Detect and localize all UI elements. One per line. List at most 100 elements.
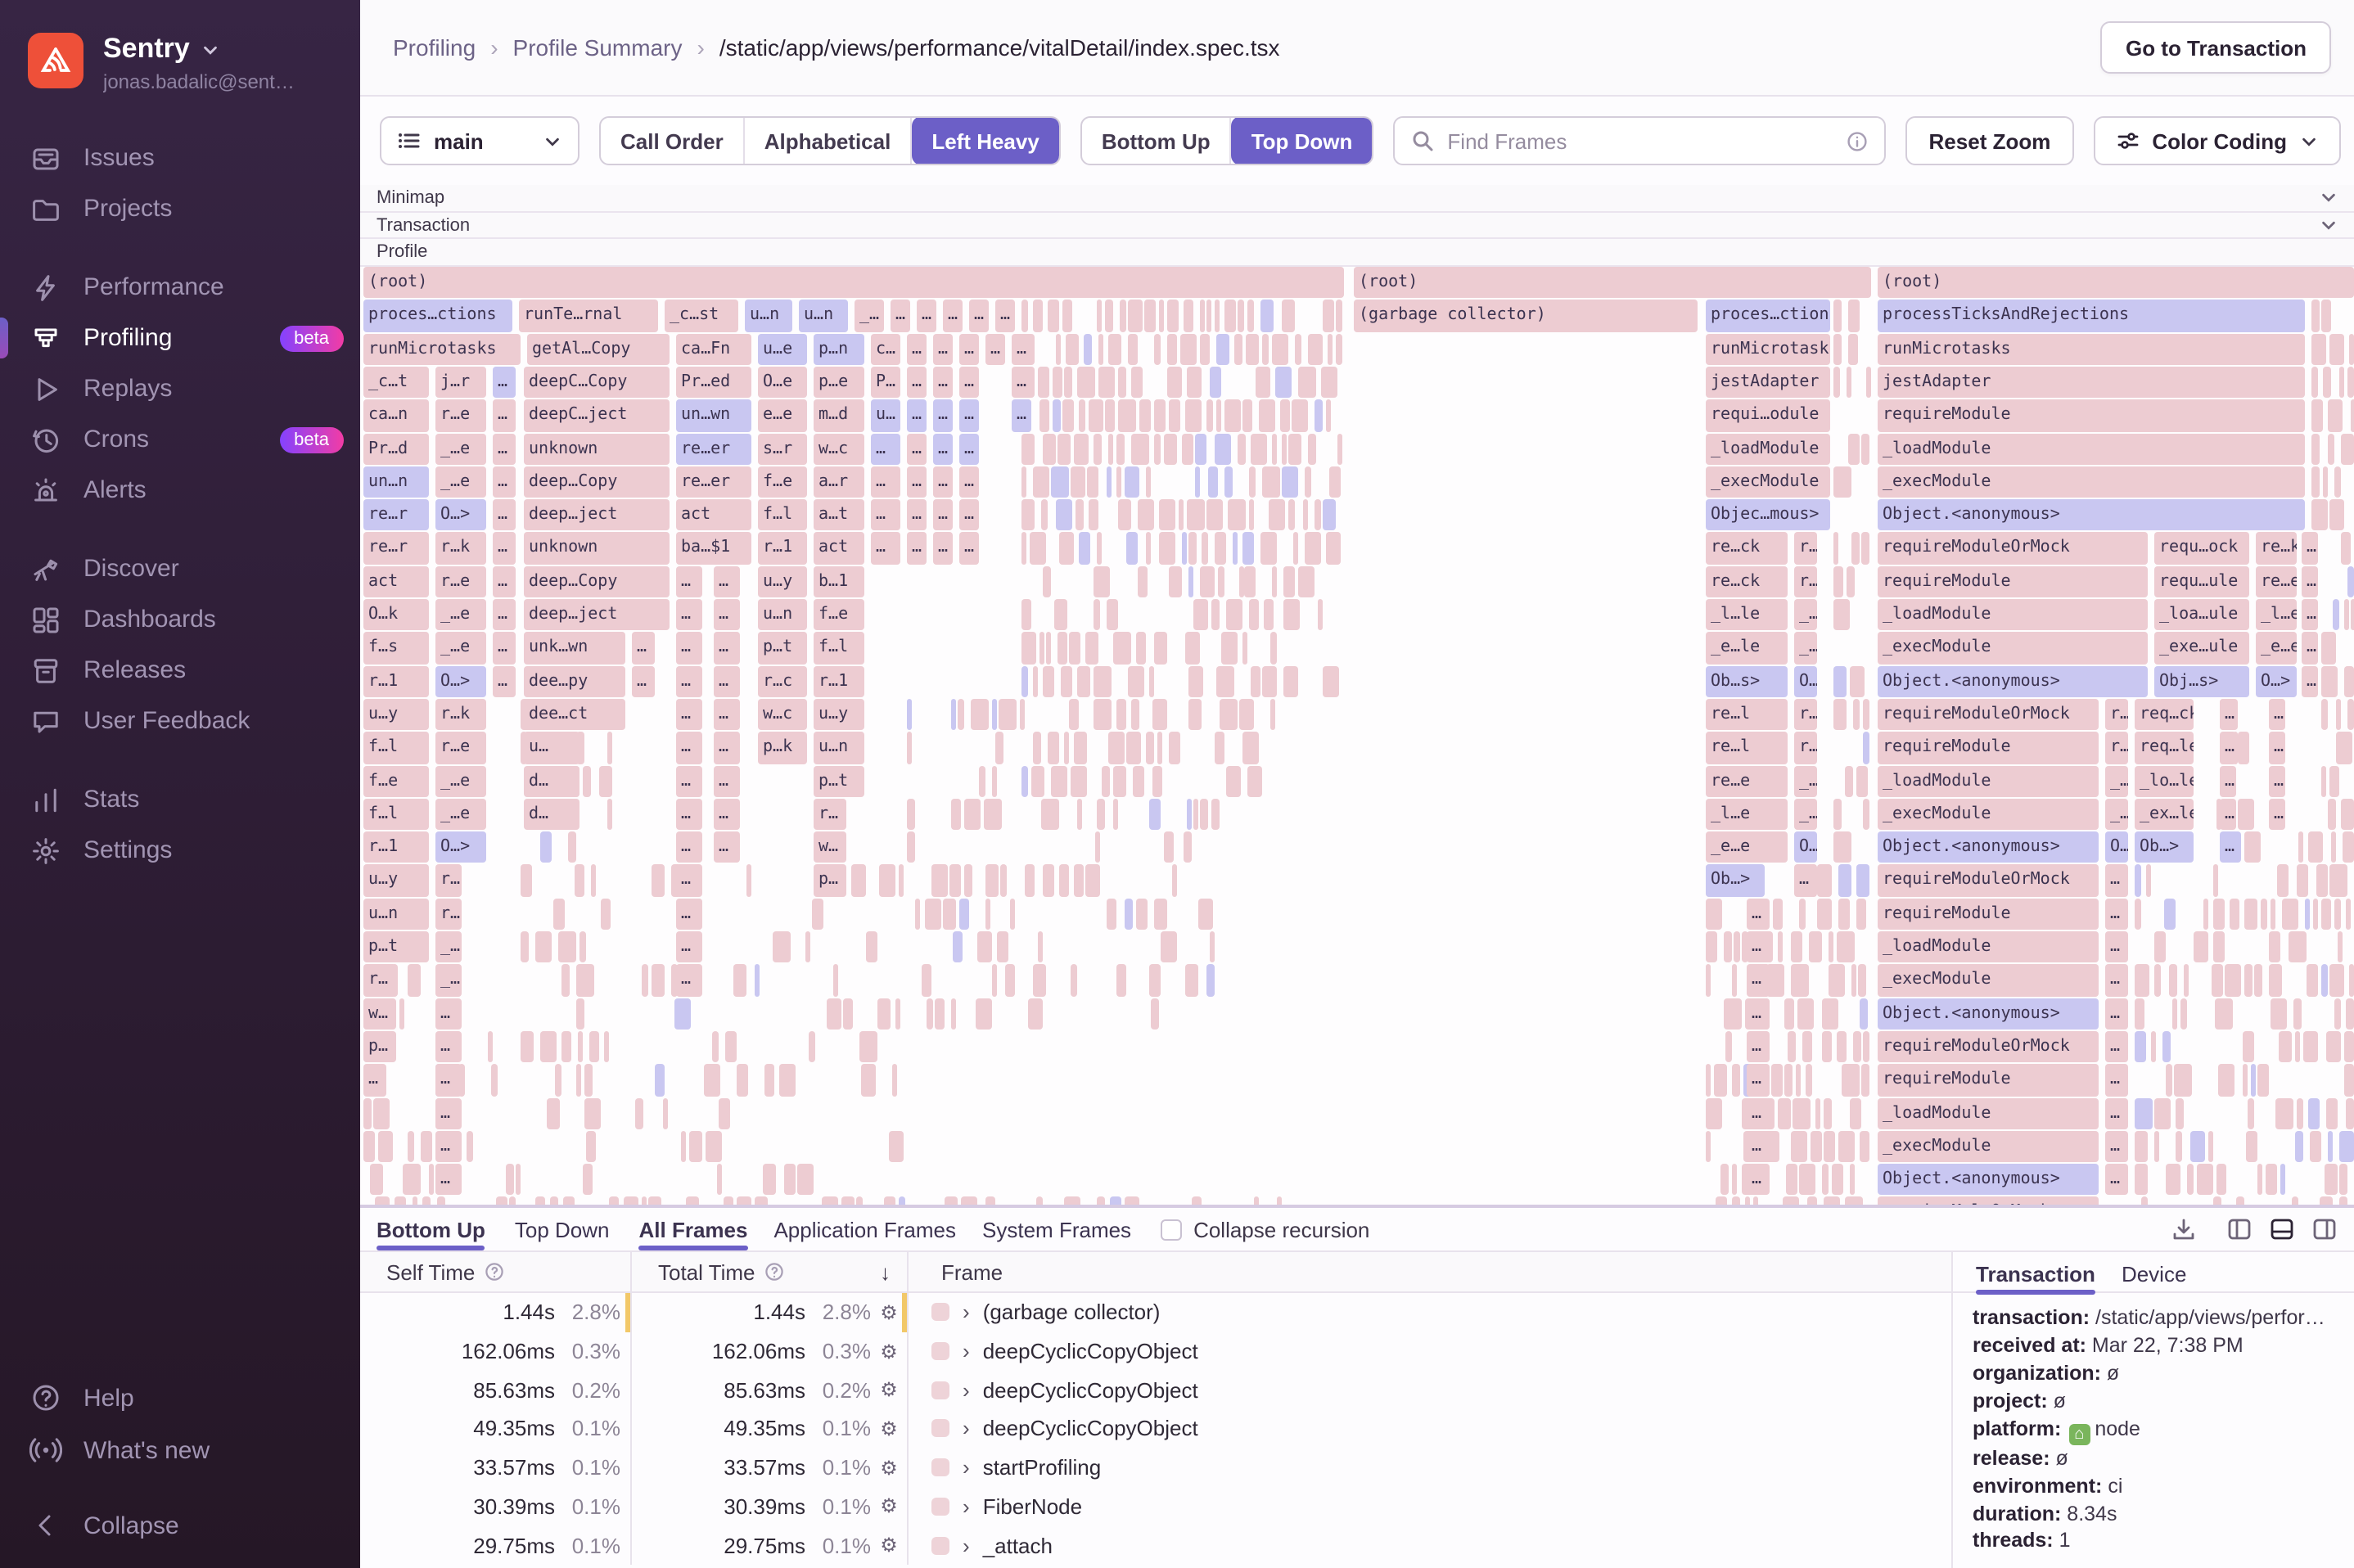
flame-frame[interactable]: [2323, 466, 2329, 498]
flame-frame[interactable]: [2333, 599, 2338, 631]
flame-frame[interactable]: …: [871, 433, 900, 465]
flame-frame[interactable]: [822, 1197, 837, 1208]
flame-frame[interactable]: u…y: [814, 699, 864, 731]
flame-frame[interactable]: [1243, 732, 1260, 764]
sort-left-heavy[interactable]: Left Heavy: [912, 116, 1059, 165]
flame-frame[interactable]: requireModuleOrMock: [1878, 865, 2099, 897]
flame-frame[interactable]: u…n: [363, 899, 429, 930]
flame-frame[interactable]: deep…Copy: [524, 566, 670, 598]
flame-frame[interactable]: …: [2269, 732, 2285, 764]
flame-frame[interactable]: …: [871, 533, 900, 565]
flame-frame[interactable]: [1073, 865, 1083, 897]
flame-frame[interactable]: [2187, 1164, 2194, 1196]
flame-frame[interactable]: [2336, 699, 2341, 731]
flame-frame[interactable]: runMicrotasks: [1706, 333, 1830, 365]
flame-frame[interactable]: [1160, 300, 1165, 332]
flame-frame[interactable]: [1109, 333, 1121, 365]
flame-frame[interactable]: [1261, 533, 1277, 565]
flame-frame[interactable]: [1207, 400, 1212, 432]
flame-frame[interactable]: _l…e: [2256, 599, 2297, 631]
flame-frame[interactable]: …: [1747, 1065, 1770, 1097]
flame-frame[interactable]: [404, 1164, 421, 1196]
flame-frame[interactable]: p…: [363, 1031, 396, 1063]
flame-frame[interactable]: [1833, 831, 1851, 863]
flame-frame[interactable]: [963, 865, 972, 897]
flame-frame[interactable]: [1106, 899, 1116, 930]
flame-frame[interactable]: _…: [2105, 799, 2128, 831]
flame-frame[interactable]: [558, 931, 576, 963]
chevron-right-icon[interactable]: ›: [963, 1494, 970, 1519]
flame-frame[interactable]: [717, 1164, 722, 1196]
flame-frame[interactable]: [1851, 965, 1856, 997]
flame-frame[interactable]: …: [933, 367, 953, 399]
flame-frame[interactable]: [1097, 799, 1106, 831]
flame-frame[interactable]: [1068, 699, 1078, 731]
flame-frame[interactable]: [2329, 765, 2338, 797]
flame-frame[interactable]: r…: [435, 899, 462, 930]
flame-frame[interactable]: [2327, 400, 2343, 432]
flame-frame[interactable]: [583, 765, 592, 797]
tab-top-down[interactable]: Top Down: [515, 1208, 610, 1250]
sort-alphabetical[interactable]: Alphabetical: [745, 116, 913, 165]
flame-frame[interactable]: [1833, 367, 1841, 399]
reset-zoom-button[interactable]: Reset Zoom: [1906, 116, 2074, 165]
flame-frame[interactable]: [1706, 931, 1717, 963]
flame-frame[interactable]: [2168, 965, 2177, 997]
flame-frame[interactable]: [719, 1097, 730, 1129]
flame-frame[interactable]: r…: [363, 965, 396, 997]
flame-frame[interactable]: [652, 965, 665, 997]
flame-frame[interactable]: [2350, 400, 2354, 432]
flame-frame[interactable]: [438, 1197, 445, 1208]
flame-frame[interactable]: [1168, 732, 1179, 764]
flame-frame[interactable]: [1275, 367, 1291, 399]
flame-frame[interactable]: [2311, 433, 2320, 465]
flame-frame[interactable]: [1849, 433, 1860, 465]
flame-frame[interactable]: [1215, 533, 1225, 565]
flame-frame[interactable]: [2334, 998, 2341, 1030]
flame-frame[interactable]: _c…st: [665, 300, 738, 332]
flame-frame[interactable]: [1251, 433, 1266, 465]
flame-frame[interactable]: [1071, 765, 1087, 797]
sidebar-item-issues[interactable]: Issues: [0, 133, 360, 183]
flame-frame[interactable]: …: [493, 367, 516, 399]
flame-frame[interactable]: …: [676, 799, 702, 831]
flame-frame[interactable]: …: [714, 599, 740, 631]
flame-frame[interactable]: [1132, 433, 1149, 465]
flame-frame[interactable]: [1021, 633, 1037, 665]
flame-frame[interactable]: …: [907, 367, 927, 399]
flame-frame[interactable]: getAl…Copy: [527, 333, 670, 365]
flame-frame[interactable]: [1833, 699, 1847, 731]
flame-frame[interactable]: r…: [2105, 732, 2128, 764]
flame-frame[interactable]: [2347, 566, 2354, 598]
flame-frame[interactable]: [952, 799, 962, 831]
layout-left-icon[interactable]: [2226, 1216, 2253, 1242]
flame-frame[interactable]: [2212, 865, 2219, 897]
flame-frame[interactable]: _e…le: [1706, 633, 1788, 665]
flame-frame[interactable]: [2189, 1131, 2205, 1163]
flame-frame[interactable]: runMicrotasks: [1878, 333, 2305, 365]
table-row[interactable]: 29.75ms0.1%29.75ms0.1%⚙›_attach: [360, 1525, 1951, 1564]
flame-frame[interactable]: _execModule: [1878, 799, 2099, 831]
flame-frame[interactable]: a…t: [814, 499, 864, 531]
table-row[interactable]: 162.06ms0.3%162.06ms0.3%⚙›deepCyclicCopy…: [360, 1332, 1951, 1371]
flame-frame[interactable]: Pr…d: [363, 433, 429, 465]
flame-frame[interactable]: [1860, 998, 1869, 1030]
flame-frame[interactable]: act: [814, 533, 864, 565]
flame-frame[interactable]: [1782, 1197, 1800, 1208]
flame-frame[interactable]: [413, 1197, 418, 1208]
flame-frame[interactable]: f…l: [363, 732, 429, 764]
flame-frame[interactable]: [568, 831, 577, 863]
flame-frame[interactable]: f…s: [363, 633, 429, 665]
flame-frame[interactable]: [2336, 732, 2352, 764]
flame-frame[interactable]: [1706, 899, 1723, 930]
flame-frame[interactable]: [1823, 1097, 1831, 1129]
flame-frame[interactable]: [1206, 499, 1224, 531]
flame-frame[interactable]: [949, 865, 961, 897]
flame-frame[interactable]: [1182, 433, 1194, 465]
flame-frame[interactable]: [1030, 533, 1047, 565]
flame-frame[interactable]: [2321, 665, 2338, 697]
flame-frame[interactable]: Obj…s>: [2154, 665, 2249, 697]
flame-frame[interactable]: …: [676, 566, 702, 598]
sidebar-item-settings[interactable]: Settings: [0, 825, 360, 876]
flame-frame[interactable]: [2321, 699, 2328, 731]
